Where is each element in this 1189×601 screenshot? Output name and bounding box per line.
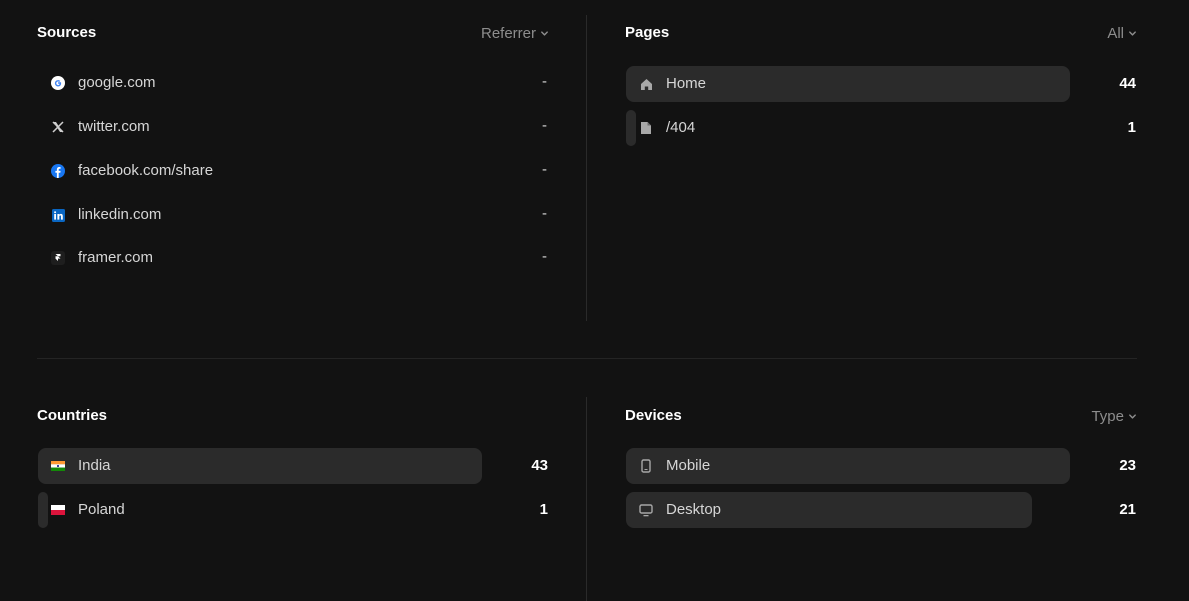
- sources-filter-dropdown[interactable]: Referrer: [481, 25, 549, 42]
- devices-title: Devices: [625, 407, 682, 424]
- chevron-down-icon: [541, 31, 548, 36]
- source-row-framer[interactable]: framer.com -: [37, 240, 548, 276]
- framer-icon: [51, 251, 65, 265]
- poland-flag-icon: [51, 503, 65, 517]
- country-bar: [38, 492, 48, 528]
- source-row-google[interactable]: google.com -: [37, 65, 548, 101]
- pages-filter-dropdown[interactable]: All: [1107, 25, 1137, 42]
- pages-filter-label: All: [1107, 25, 1124, 42]
- page-row-404[interactable]: /404 1: [625, 110, 1136, 146]
- source-label: facebook.com/share: [78, 162, 214, 179]
- countries-panel: Countries India 43 Poland 1: [37, 407, 548, 557]
- horizontal-divider: [37, 358, 1137, 359]
- page-row-home[interactable]: Home 44: [625, 66, 1136, 102]
- file-icon: [639, 121, 653, 135]
- home-icon: [639, 77, 653, 91]
- device-row-mobile[interactable]: Mobile 23: [625, 448, 1136, 484]
- devices-filter-label: Type: [1091, 408, 1124, 425]
- country-label: India: [78, 457, 111, 474]
- page-value: 44: [1119, 75, 1136, 92]
- devices-panel: Devices Type Mobile 23 Desktop 21: [625, 407, 1136, 557]
- device-label: Desktop: [666, 501, 722, 518]
- sources-panel: Sources Referrer google.com - twitter.co…: [37, 24, 548, 284]
- pages-title: Pages: [625, 24, 670, 41]
- country-row-india[interactable]: India 43: [37, 448, 548, 484]
- device-label: Mobile: [666, 457, 711, 474]
- page-label: /404: [666, 119, 696, 136]
- device-row-desktop[interactable]: Desktop 21: [625, 492, 1136, 528]
- device-value: 23: [1119, 457, 1136, 474]
- page-label: Home: [666, 75, 707, 92]
- chevron-down-icon: [1129, 31, 1136, 36]
- vertical-divider-top: [586, 15, 587, 321]
- country-label: Poland: [78, 501, 125, 518]
- countries-title: Countries: [37, 407, 108, 424]
- google-icon: [51, 76, 65, 90]
- source-label: twitter.com: [78, 118, 150, 135]
- source-row-twitter[interactable]: twitter.com -: [37, 109, 548, 145]
- devices-filter-dropdown[interactable]: Type: [1091, 408, 1137, 425]
- facebook-icon: [51, 164, 65, 178]
- india-flag-icon: [51, 459, 65, 473]
- source-value: -: [542, 73, 547, 90]
- pages-panel: Pages All Home 44 /404 1: [625, 24, 1136, 284]
- page-bar: [626, 110, 636, 146]
- source-value: -: [542, 161, 547, 178]
- source-row-linkedin[interactable]: linkedin.com -: [37, 197, 548, 233]
- desktop-icon: [639, 503, 653, 517]
- x-icon: [51, 120, 65, 134]
- page-value: 1: [1127, 119, 1136, 136]
- mobile-icon: [639, 459, 653, 473]
- chevron-down-icon: [1129, 414, 1136, 419]
- sources-filter-label: Referrer: [480, 25, 536, 42]
- linkedin-icon: [51, 208, 65, 222]
- sources-title: Sources: [37, 24, 97, 41]
- source-label: framer.com: [78, 249, 154, 266]
- source-label: linkedin.com: [78, 206, 162, 223]
- source-row-facebook[interactable]: facebook.com/share -: [37, 153, 548, 189]
- source-value: -: [542, 117, 547, 134]
- country-value: 1: [539, 501, 548, 518]
- source-label: google.com: [78, 74, 156, 91]
- country-row-poland[interactable]: Poland 1: [37, 492, 548, 528]
- device-value: 21: [1119, 501, 1136, 518]
- vertical-divider-bottom: [586, 397, 587, 601]
- country-value: 43: [531, 457, 548, 474]
- source-value: -: [542, 248, 547, 265]
- source-value: -: [542, 205, 547, 222]
